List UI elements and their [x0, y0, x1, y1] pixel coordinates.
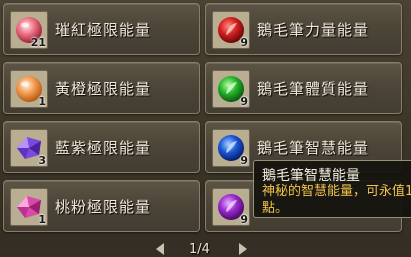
inventory-panel: 21 璀紅極限能量 9 鵝毛筆力量能量 1 黃橙極限能量 9 鵝毛筆體質能量 3… [0, 0, 411, 257]
item-tooltip: 鵝毛筆智慧能量 神秘的智慧能量，可永值1點。 [253, 160, 411, 218]
item-slot[interactable]: 9 鵝毛筆力量能量 [205, 3, 402, 55]
item-icon-frame: 9 [212, 70, 250, 108]
item-name: 鵝毛筆體質能量 [257, 80, 370, 98]
page-indicator: 1/4 [189, 242, 210, 257]
item-slot[interactable]: 1 桃粉極限能量 [3, 180, 200, 232]
item-icon-frame: 9 [212, 11, 250, 49]
next-page-arrow-icon[interactable] [239, 243, 247, 255]
item-slot[interactable]: 9 鵝毛筆體質能量 [205, 62, 402, 114]
item-icon-frame: 1 [10, 70, 48, 108]
item-slot[interactable]: 3 藍紫極限能量 [3, 121, 200, 173]
item-quantity: 9 [240, 213, 248, 226]
item-icon-frame: 1 [10, 188, 48, 226]
item-name: 璀紅極限能量 [55, 21, 152, 39]
prev-page-arrow-icon[interactable] [156, 243, 164, 255]
item-quantity: 9 [240, 36, 248, 49]
item-slot[interactable]: 1 黃橙極限能量 [3, 62, 200, 114]
item-name: 桃粉極限能量 [55, 198, 152, 216]
item-quantity: 21 [30, 36, 46, 49]
item-quantity: 1 [38, 95, 46, 108]
pagination: 1/4 [0, 240, 411, 257]
item-icon-frame: 21 [10, 11, 48, 49]
item-slot[interactable]: 21 璀紅極限能量 [3, 3, 200, 55]
item-name: 鵝毛筆智慧能量 [257, 139, 370, 157]
item-name: 藍紫極限能量 [55, 139, 152, 157]
item-quantity: 1 [38, 213, 46, 226]
item-name: 黃橙極限能量 [55, 80, 152, 98]
item-icon-frame: 3 [10, 129, 48, 167]
item-quantity: 9 [240, 154, 248, 167]
item-icon-frame: 9 [212, 188, 250, 226]
item-quantity: 9 [240, 95, 248, 108]
item-name: 鵝毛筆力量能量 [257, 21, 370, 39]
tooltip-title: 鵝毛筆智慧能量 [262, 168, 360, 184]
tooltip-description: 神秘的智慧能量，可永值1點。 [262, 184, 411, 216]
item-icon-frame: 9 [212, 129, 250, 167]
item-quantity: 3 [38, 154, 46, 167]
